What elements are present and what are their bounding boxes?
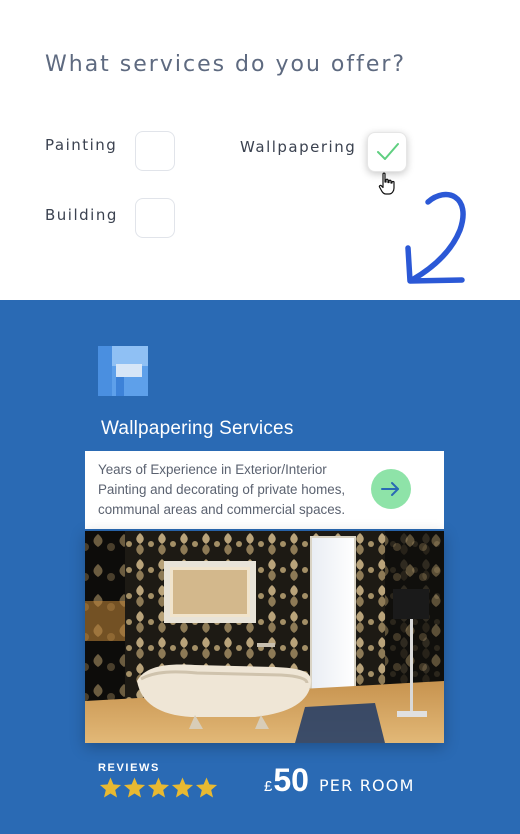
option-label-wallpapering: Wallpapering <box>240 138 357 156</box>
option-label-painting: Painting <box>45 136 118 154</box>
question-heading: What services do you offer? <box>45 52 407 77</box>
curved-arrow-icon <box>405 191 466 284</box>
price-currency: £ <box>264 778 273 795</box>
go-button[interactable] <box>371 469 411 509</box>
star-icon <box>195 777 218 798</box>
brand-logo <box>98 346 148 396</box>
star-icon <box>123 777 146 798</box>
service-title: Wallpapering Services <box>101 418 294 439</box>
star-icon <box>99 777 122 798</box>
star-icon <box>171 777 194 798</box>
hand-pointer-icon <box>378 172 395 195</box>
service-photo <box>85 531 444 743</box>
services-question-section: What services do you offer? Painting Wal… <box>0 0 520 300</box>
star-rating <box>99 776 218 799</box>
price-amount: 50 <box>273 762 309 798</box>
painting-checkbox[interactable] <box>135 131 175 171</box>
wallpapering-checkbox[interactable] <box>367 132 407 172</box>
description-card: Years of Experience in Exterior/Interior… <box>85 451 444 529</box>
check-icon <box>377 143 399 160</box>
option-label-building: Building <box>45 206 118 224</box>
reviews-label: REVIEWS <box>98 762 160 774</box>
service-description: Years of Experience in Exterior/Interior… <box>98 462 346 517</box>
price: £ 50 PER ROOM <box>264 762 415 799</box>
star-icon <box>147 777 170 798</box>
building-checkbox[interactable] <box>135 198 175 238</box>
price-unit: PER ROOM <box>318 776 415 795</box>
service-card-section: Wallpapering Services Years of Experienc… <box>0 300 520 834</box>
arrow-right-icon <box>381 482 399 496</box>
